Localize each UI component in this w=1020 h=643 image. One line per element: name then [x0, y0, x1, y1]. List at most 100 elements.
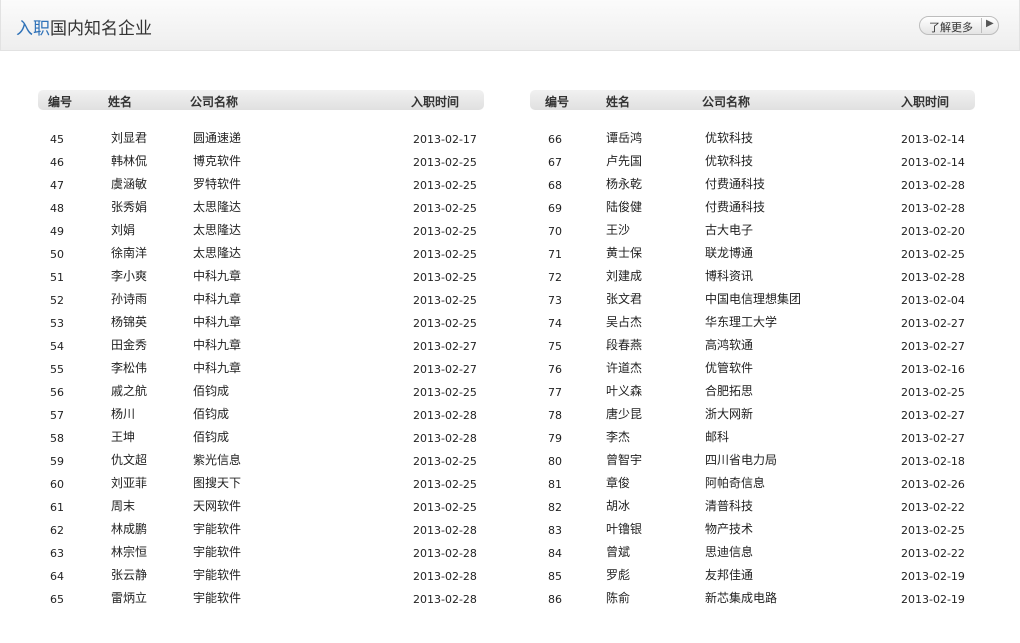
cell-date: 2013-02-27 [901, 340, 965, 353]
table-row: 58 王坤 佰钧成 2013-02-28 [38, 430, 484, 453]
cell-date: 2013-02-25 [901, 524, 965, 537]
cell-company: 罗特软件 [193, 177, 242, 191]
cell-company: 宇能软件 [193, 522, 242, 536]
cell-no: 67 [548, 156, 562, 169]
cell-name: 仇文超 [111, 453, 148, 467]
cell-name: 吴占杰 [606, 315, 643, 329]
cell-name: 张文君 [606, 292, 643, 306]
cell-no: 74 [548, 317, 562, 330]
table-row: 70 王沙 古大电子 2013-02-20 [530, 223, 976, 246]
cell-date: 2013-02-25 [413, 225, 477, 238]
cell-name: 黄士保 [606, 246, 643, 260]
cell-date: 2013-02-28 [413, 409, 477, 422]
cell-no: 61 [50, 501, 64, 514]
cell-name: 刘建成 [606, 269, 643, 283]
table-row: 69 陆俊健 付费通科技 2013-02-28 [530, 200, 976, 223]
cell-name: 王坤 [111, 430, 136, 444]
cell-name: 徐南洋 [111, 246, 148, 260]
cell-date: 2013-02-27 [901, 409, 965, 422]
table-row: 73 张文君 中国电信理想集团 2013-02-04 [530, 292, 976, 315]
cell-company: 图搜天下 [193, 476, 242, 490]
table-row: 59 仇文超 紫光信息 2013-02-25 [38, 453, 484, 476]
table-row: 61 周末 天网软件 2013-02-25 [38, 499, 484, 522]
table-row: 63 林宗恒 宇能软件 2013-02-28 [38, 545, 484, 568]
cell-date: 2013-02-27 [413, 340, 477, 353]
cell-date: 2013-02-25 [901, 386, 965, 399]
cell-name: 张秀娟 [111, 200, 148, 214]
cell-company: 太思隆达 [193, 200, 242, 214]
cell-name: 戚之航 [111, 384, 148, 398]
cell-no: 70 [548, 225, 562, 238]
cell-date: 2013-02-28 [901, 271, 965, 284]
col-header-company: 公司名称 [702, 95, 751, 109]
cell-company: 四川省电力局 [705, 453, 778, 467]
cell-company: 邮科 [705, 430, 730, 444]
cell-date: 2013-02-25 [413, 294, 477, 307]
cell-company: 中科九章 [193, 269, 242, 283]
table-row: 86 陈俞 新芯集成电路 2013-02-19 [530, 591, 976, 614]
cell-no: 73 [548, 294, 562, 307]
cell-company: 优管软件 [705, 361, 754, 375]
table-row: 48 张秀娟 太思隆达 2013-02-25 [38, 200, 484, 223]
table-row: 68 杨永乾 付费通科技 2013-02-28 [530, 177, 976, 200]
col-header-name: 姓名 [606, 95, 631, 109]
cell-no: 47 [50, 179, 64, 192]
cell-name: 唐少昆 [606, 407, 643, 421]
cell-company: 太思隆达 [193, 246, 242, 260]
col-header-name: 姓名 [108, 95, 133, 109]
cell-date: 2013-02-18 [901, 455, 965, 468]
cell-date: 2013-02-25 [413, 386, 477, 399]
table-row: 75 段春燕 高鸿软通 2013-02-27 [530, 338, 976, 361]
cell-company: 中国电信理想集团 [705, 292, 802, 306]
cell-name: 林成鹏 [111, 522, 148, 536]
table-row: 56 戚之航 佰钧成 2013-02-25 [38, 384, 484, 407]
table-row: 77 叶义森 合肥拓思 2013-02-25 [530, 384, 976, 407]
cell-company: 优软科技 [705, 154, 754, 168]
cell-name: 杨川 [111, 407, 136, 421]
cell-no: 45 [50, 133, 64, 146]
col-header-no: 编号 [545, 95, 570, 109]
cell-no: 72 [548, 271, 562, 284]
table-row: 50 徐南洋 太思隆达 2013-02-25 [38, 246, 484, 269]
cell-name: 韩林侃 [111, 154, 148, 168]
table-row: 57 杨川 佰钧成 2013-02-28 [38, 407, 484, 430]
table-row: 78 唐少昆 浙大网新 2013-02-27 [530, 407, 976, 430]
cell-date: 2013-02-16 [901, 363, 965, 376]
cell-company: 联龙博通 [705, 246, 754, 260]
table-row: 60 刘亚菲 图搜天下 2013-02-25 [38, 476, 484, 499]
table-row: 76 许道杰 优管软件 2013-02-16 [530, 361, 976, 384]
cell-date: 2013-02-04 [901, 294, 965, 307]
button-divider [981, 18, 982, 33]
cell-date: 2013-02-25 [413, 317, 477, 330]
cell-no: 68 [548, 179, 562, 192]
table-row: 74 吴占杰 华东理工大学 2013-02-27 [530, 315, 976, 338]
table-row: 80 曾智宇 四川省电力局 2013-02-18 [530, 453, 976, 476]
table-row: 66 谭岳鸿 优软科技 2013-02-14 [530, 131, 976, 154]
cell-date: 2013-02-27 [901, 432, 965, 445]
learn-more-button[interactable]: 了解更多 ▶ [919, 16, 999, 35]
cell-date: 2013-02-19 [901, 593, 965, 606]
cell-date: 2013-02-26 [901, 478, 965, 491]
cell-company: 紫光信息 [193, 453, 242, 467]
cell-date: 2013-02-27 [901, 317, 965, 330]
cell-no: 77 [548, 386, 562, 399]
cell-no: 62 [50, 524, 64, 537]
cell-no: 83 [548, 524, 562, 537]
table-row: 46 韩林侃 博克软件 2013-02-25 [38, 154, 484, 177]
cell-name: 谭岳鸿 [606, 131, 643, 145]
cell-date: 2013-02-28 [901, 202, 965, 215]
table-row: 51 李小爽 中科九章 2013-02-25 [38, 269, 484, 292]
cell-no: 52 [50, 294, 64, 307]
cell-no: 75 [548, 340, 562, 353]
cell-company: 友邦佳通 [705, 568, 754, 582]
table-header: 编号 姓名 公司名称 入职时间 [530, 90, 975, 110]
cell-company: 博克软件 [193, 154, 242, 168]
cell-no: 54 [50, 340, 64, 353]
cell-name: 李小爽 [111, 269, 148, 283]
cell-no: 55 [50, 363, 64, 376]
col-header-date: 入职时间 [411, 95, 460, 109]
table-row: 71 黄士保 联龙博通 2013-02-25 [530, 246, 976, 269]
cell-company: 佰钧成 [193, 384, 230, 398]
cell-company: 中科九章 [193, 338, 242, 352]
cell-no: 63 [50, 547, 64, 560]
